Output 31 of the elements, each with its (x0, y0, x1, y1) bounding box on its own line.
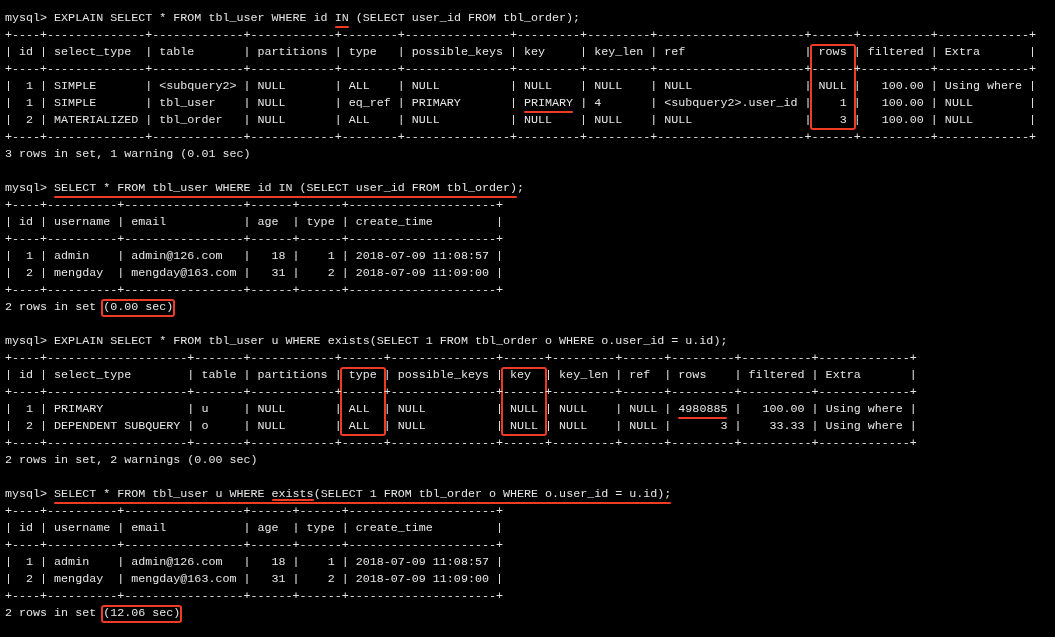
terminal-line: +----+--------------+-------------+------------+--------+---------------+---------+---------+---------------------+------+----------+-------------+ (5, 27, 1036, 44)
terminal-line: | 1 | SIMPLE | <subquery2> | NULL | ALL | NULL | NULL | NULL | NULL | NULL | 100.00 | Using where | (5, 78, 1037, 95)
terminal-line: +----+----------+-----------------+------+------+---------------------+ (5, 282, 503, 299)
terminal-line: | 2 | DEPENDENT SUBQUERY | o | NULL | ALL | NULL | NULL | NULL | NULL | 3 | 33.33 | Using where | (5, 418, 917, 435)
terminal-line: 2 rows in set, 2 warnings (0.00 sec) (5, 452, 258, 469)
terminal-line: | id | select_type | table | partitions | type | possible_keys | key | key_len | ref | rows | filtered | Extra | (5, 367, 917, 384)
terminal-line: | 2 | MATERIALIZED | tbl_order | NULL | ALL | NULL | NULL | NULL | NULL | 3 | 100.00 | NULL | (5, 112, 1037, 129)
terminal-line: | id | select_type | table | partitions | type | possible_keys | key | key_len | ref | rows | filtered | Extra | (5, 44, 1037, 61)
terminal-line: +----+--------------+-------------+------------+--------+---------------+---------+---------+---------------------+------+----------+-------------+ (5, 129, 1036, 146)
terminal-line: | id | username | email | age | type | create_time | (5, 214, 503, 231)
terminal-line: 2 rows in set (12.06 sec) (5, 605, 181, 622)
terminal-line: mysql> EXPLAIN SELECT * FROM tbl_user u WHERE exists(SELECT 1 FROM tbl_order o WHERE o.user_id = u.id); (5, 333, 728, 350)
terminal-line: | 1 | admin | admin@126.com | 18 | 1 | 2018-07-09 11:08:57 | (5, 248, 503, 265)
terminal-line: +----+----------+-----------------+------+------+---------------------+ (5, 503, 503, 520)
terminal-line: | 2 | mengday | mengday@163.com | 31 | 2 | 2018-07-09 11:09:00 | (5, 571, 503, 588)
terminal-line: | 1 | PRIMARY | u | NULL | ALL | NULL | NULL | NULL | NULL | 4980885 | 100.00 | Using where | (5, 401, 917, 418)
terminal-line: +----+--------------------+-------+------------+------+---------------+------+---------+------+---------+----------+-------------+ (5, 350, 917, 367)
terminal-line: 2 rows in set (0.00 sec) (5, 299, 174, 316)
terminal-line: +----+----------+-----------------+------+------+---------------------+ (5, 537, 503, 554)
terminal-line: | id | username | email | age | type | create_time | (5, 520, 503, 537)
terminal-line: | 2 | mengday | mengday@163.com | 31 | 2 | 2018-07-09 11:09:00 | (5, 265, 503, 282)
terminal-line: mysql> EXPLAIN SELECT * FROM tbl_user WHERE id IN (SELECT user_id FROM tbl_order); (5, 10, 581, 27)
terminal-line: mysql> SELECT * FROM tbl_user u WHERE exists(SELECT 1 FROM tbl_order o WHERE o.user_id = u.id); (5, 486, 672, 503)
terminal-line: +----+----------+-----------------+------+------+---------------------+ (5, 231, 503, 248)
terminal-line: | 1 | SIMPLE | tbl_user | NULL | eq_ref | PRIMARY | PRIMARY | 4 | <subquery2>.user_id | 1 | 100.00 | NULL | (5, 95, 1037, 112)
terminal-line: mysql> SELECT * FROM tbl_user WHERE id IN (SELECT user_id FROM tbl_order); (5, 180, 525, 197)
terminal-line: | 1 | admin | admin@126.com | 18 | 1 | 2018-07-09 11:08:57 | (5, 554, 503, 571)
terminal-line: +----+----------+-----------------+------+------+---------------------+ (5, 588, 503, 605)
terminal-line: 3 rows in set, 1 warning (0.01 sec) (5, 146, 251, 163)
terminal-line: +----+--------------------+-------+------------+------+---------------+------+---------+------+---------+----------+-------------+ (5, 435, 917, 452)
terminal-line: +----+----------+-----------------+------+------+---------------------+ (5, 197, 503, 214)
